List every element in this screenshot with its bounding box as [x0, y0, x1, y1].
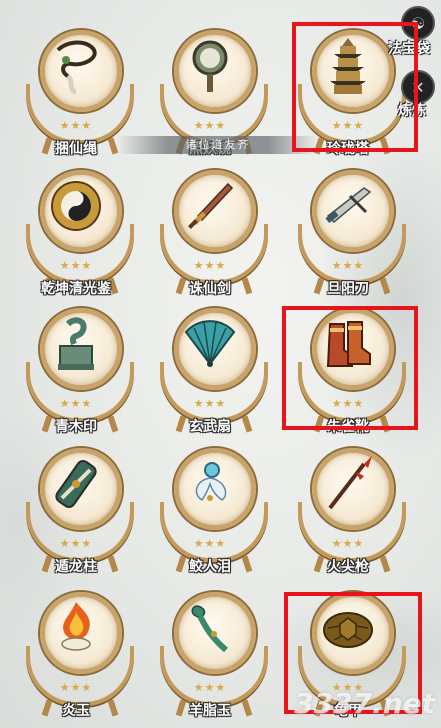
star-rating: ★★★: [59, 119, 93, 132]
treasure-slot[interactable]: ★★★ 旦阳刀: [290, 162, 410, 302]
blade-icon: [320, 176, 376, 236]
star-rating: ★★★: [193, 537, 227, 550]
flame-jade-icon: [48, 598, 104, 658]
star-rating: ★★★: [59, 397, 93, 410]
treasure-name: 捆仙绳: [55, 141, 97, 157]
ruyi-icon: [182, 598, 238, 658]
treasure-name: 火尖枪: [327, 559, 369, 575]
treasure-name: 羊脂玉: [189, 703, 231, 719]
treasure-name: 玄武扇: [189, 419, 231, 435]
seal-icon: [48, 314, 104, 374]
treasure-slot[interactable]: ★★★ 遁龙柱: [18, 440, 138, 580]
sword-icon: [182, 176, 238, 236]
treasure-name: 诛仙剑: [189, 281, 231, 297]
rope-icon: [48, 36, 104, 96]
treasure-name: 遁龙柱: [55, 559, 97, 575]
pearl-icon: [182, 454, 238, 514]
treasure-name: 鲛人泪: [189, 559, 231, 575]
treasure-slot[interactable]: ★★★ 炎玉: [18, 584, 138, 724]
treasure-slot[interactable]: ★★★ 羊脂玉: [152, 584, 272, 724]
pillar-icon: [48, 454, 104, 514]
treasure-slot[interactable]: ★★★ 玄武扇: [152, 300, 272, 440]
notice-banner: 诸位道友齐: [118, 136, 318, 154]
site-watermark: 3337.net: [294, 687, 435, 720]
treasure-name: 乾坤清光鉴: [41, 281, 111, 297]
treasure-name: 旦阳刀: [327, 281, 369, 297]
treasure-slot[interactable]: ★★★ 青木印: [18, 300, 138, 440]
fan-icon: [182, 314, 238, 374]
highlight-box-boots: [282, 306, 418, 430]
star-rating: ★★★: [331, 259, 365, 272]
highlight-box-pagoda: [292, 22, 418, 152]
star-rating: ★★★: [59, 259, 93, 272]
treasure-slot[interactable]: ★★★ 乾坤清光鉴: [18, 162, 138, 302]
star-rating: ★★★: [59, 537, 93, 550]
treasure-slot[interactable]: ★★★ 火尖枪: [290, 440, 410, 580]
mirror-icon: [182, 36, 238, 96]
treasure-slot[interactable]: ★★★ 诛仙剑: [152, 162, 272, 302]
star-rating: ★★★: [193, 259, 227, 272]
star-rating: ★★★: [59, 681, 93, 694]
treasure-name: 炎玉: [62, 703, 90, 719]
star-rating: ★★★: [193, 681, 227, 694]
spear-icon: [320, 454, 376, 514]
star-rating: ★★★: [193, 119, 227, 132]
star-rating: ★★★: [193, 397, 227, 410]
treasure-slot[interactable]: ★★★ 鲛人泪: [152, 440, 272, 580]
taiji-mirror-icon: [48, 176, 104, 236]
treasure-name: 青木印: [55, 419, 97, 435]
star-rating: ★★★: [331, 537, 365, 550]
